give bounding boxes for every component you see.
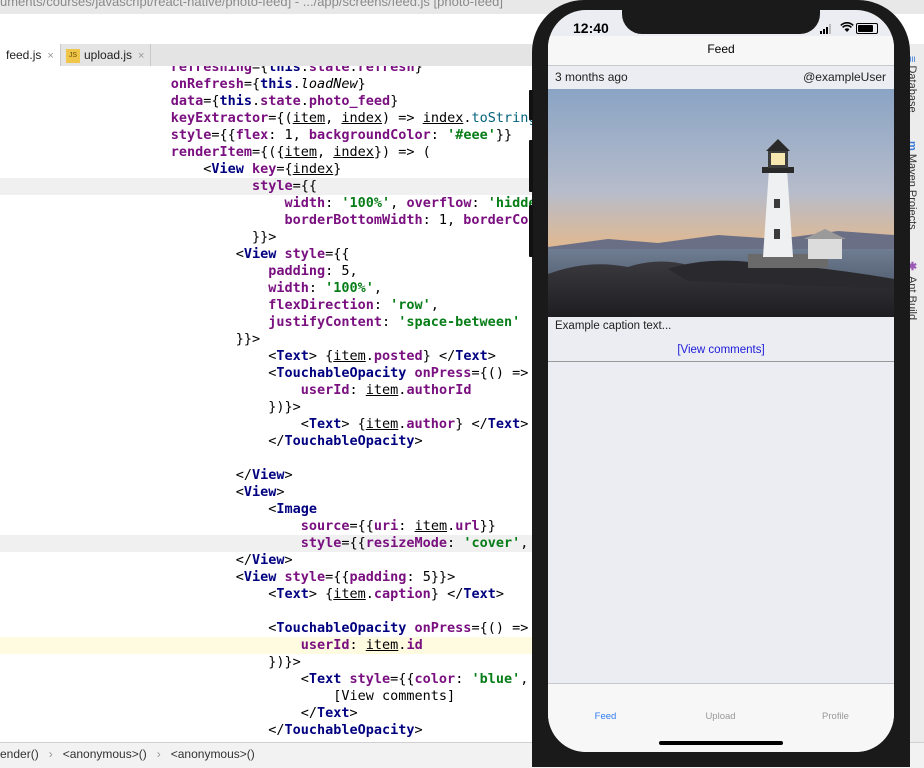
- tab-profile[interactable]: Profile: [778, 711, 893, 722]
- breadcrumb-item[interactable]: <anonymous>(): [171, 747, 255, 761]
- close-icon[interactable]: ×: [47, 50, 53, 62]
- breadcrumb-separator: ›: [156, 747, 161, 761]
- tab-label: upload.js: [84, 48, 133, 62]
- tab-feed-js[interactable]: feed.js ×: [0, 44, 61, 66]
- status-icons: [820, 22, 880, 34]
- tab-upload[interactable]: Upload: [663, 711, 778, 722]
- post-header: 3 months ago @exampleUser: [548, 66, 894, 89]
- ide-title: uments/courses/javascript/react-native/p…: [0, 0, 503, 9]
- home-indicator[interactable]: [659, 741, 783, 745]
- post-caption: Example caption text...: [555, 320, 672, 332]
- post-author-link[interactable]: @exampleUser: [803, 70, 886, 84]
- battery-icon: [856, 23, 878, 34]
- js-file-icon: JS: [66, 48, 80, 63]
- post-divider: [548, 361, 894, 362]
- volume-up-button: [529, 140, 533, 192]
- tab-feed[interactable]: Feed: [548, 711, 663, 722]
- nav-title: Feed: [707, 42, 735, 56]
- post-photo: [548, 89, 894, 317]
- volume-down-button: [529, 205, 533, 257]
- cellular-signal-icon: [820, 24, 834, 34]
- breadcrumb-item[interactable]: <anonymous>(): [63, 747, 147, 761]
- lighthouse-photo: [548, 89, 894, 317]
- post-time: 3 months ago: [555, 70, 628, 84]
- mute-switch: [529, 90, 533, 120]
- tab-upload-js[interactable]: JS upload.js ×: [60, 44, 152, 66]
- breadcrumb-item[interactable]: ender(): [0, 747, 39, 761]
- phone-screen: 12:40 Feed 3 months ago @exampleUser Exa…: [548, 10, 894, 752]
- breadcrumb-separator: ›: [48, 747, 53, 761]
- navigation-header: Feed: [548, 36, 894, 66]
- view-comments-link[interactable]: [View comments]: [548, 344, 894, 356]
- iphone-simulator: 12:40 Feed 3 months ago @exampleUser Exa…: [529, 0, 910, 767]
- tab-label: feed.js: [6, 48, 42, 62]
- wifi-icon: [840, 22, 854, 36]
- status-time: 12:40: [573, 20, 609, 36]
- close-icon[interactable]: ×: [138, 50, 144, 62]
- notch: [622, 10, 820, 34]
